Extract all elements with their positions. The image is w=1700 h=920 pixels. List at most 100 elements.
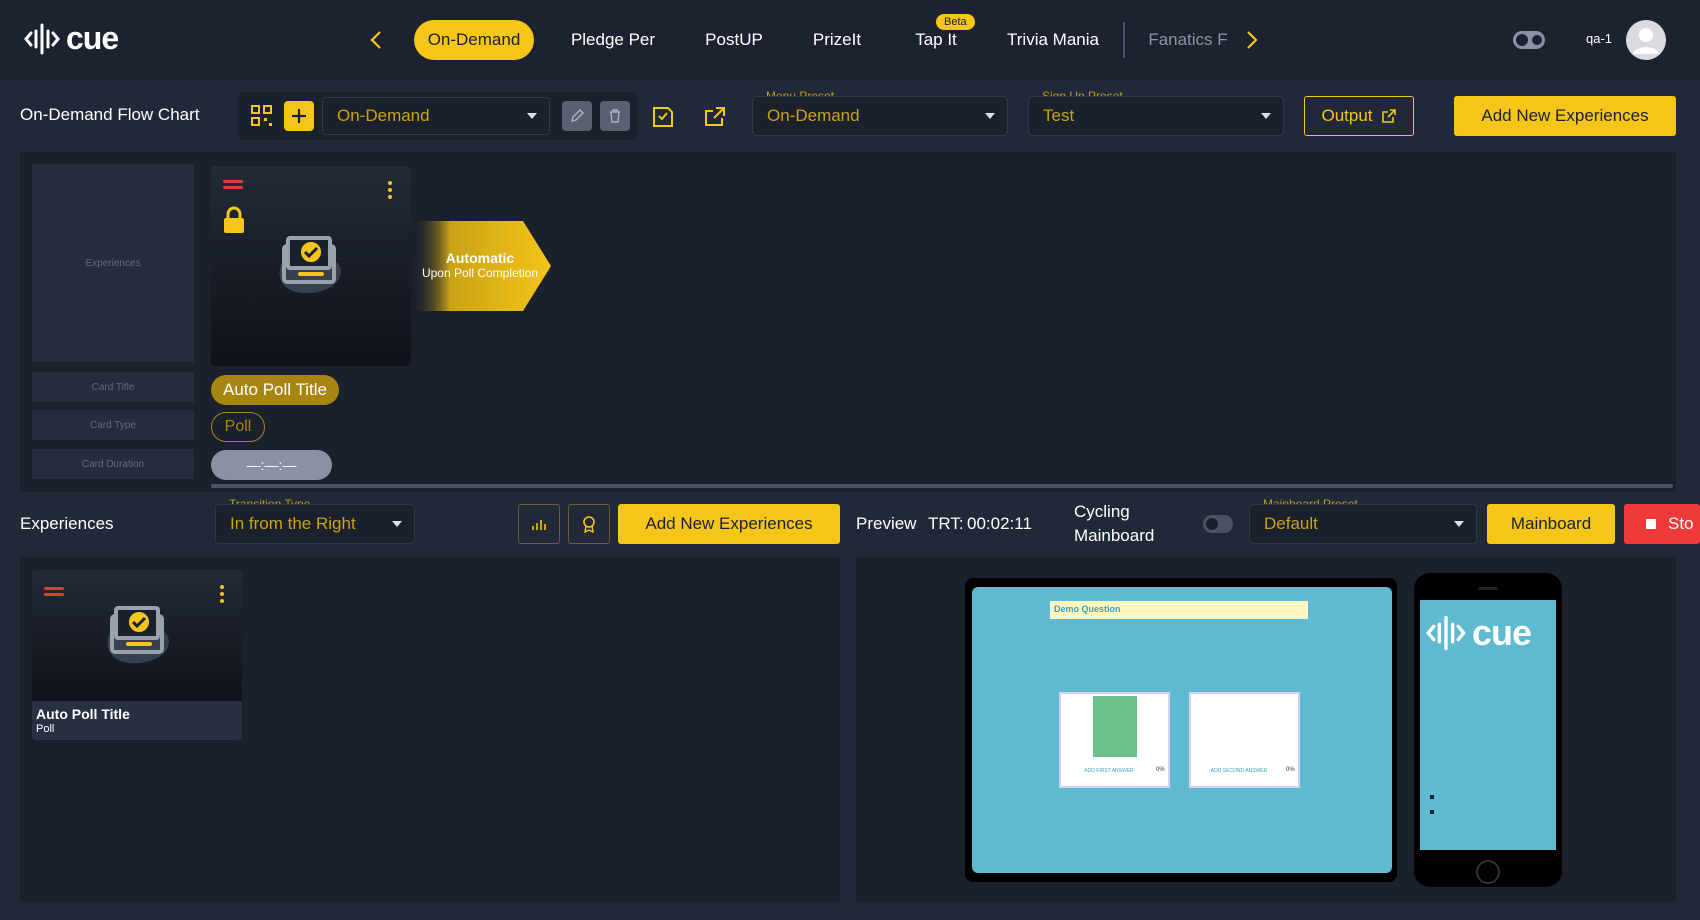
user-name: qa-1 bbox=[1586, 31, 1613, 46]
mainboard-label: Mainboard bbox=[1074, 526, 1155, 545]
theme-toggle[interactable] bbox=[1512, 30, 1546, 55]
transition-subtitle: Upon Poll Completion bbox=[421, 266, 539, 280]
tab-prizeit[interactable]: PrizeIt bbox=[800, 20, 874, 60]
save-flow-button[interactable] bbox=[648, 102, 678, 132]
beta-badge: Beta bbox=[936, 14, 975, 30]
add-new-experiences-button[interactable]: Add New Experiences bbox=[1454, 96, 1676, 136]
stop-label: Sto bbox=[1668, 514, 1694, 533]
poll-icon bbox=[266, 226, 352, 307]
lock-icon bbox=[222, 206, 246, 239]
nav-divider bbox=[1123, 22, 1125, 58]
waveform-icon bbox=[1426, 615, 1466, 651]
bar-chart-icon bbox=[532, 520, 546, 530]
transition-type-value: In from the Right bbox=[230, 514, 356, 533]
add-experiences-button[interactable]: Add New Experiences bbox=[618, 504, 840, 544]
share-flow-button[interactable] bbox=[700, 102, 730, 132]
avatar[interactable] bbox=[1626, 20, 1666, 60]
phone-dot-1 bbox=[1430, 795, 1434, 799]
signup-preset-select[interactable]: Test bbox=[1028, 96, 1284, 136]
page-title: On-Demand Flow Chart bbox=[20, 105, 200, 124]
phone-cue-logo: cue bbox=[1426, 612, 1532, 654]
tab-pledge-per[interactable]: Pledge Per bbox=[560, 20, 666, 60]
more-options-icon[interactable] bbox=[388, 181, 392, 202]
legend-card-title: Card Title bbox=[32, 372, 194, 402]
drag-handle-icon[interactable] bbox=[223, 180, 243, 192]
stop-icon bbox=[1646, 519, 1656, 529]
cycling-label: Cycling bbox=[1074, 502, 1130, 521]
chevron-left-icon bbox=[370, 31, 381, 49]
preview-label: Preview bbox=[856, 514, 917, 533]
cue-logo[interactable]: cue bbox=[24, 20, 119, 57]
answer-1-label: ADD FIRST ANSWER bbox=[1084, 768, 1134, 774]
demo-question-banner: Demo Question bbox=[1050, 601, 1308, 619]
external-link-icon bbox=[1381, 109, 1396, 123]
flow-select-value: On-Demand bbox=[337, 106, 430, 125]
stats-button[interactable] bbox=[518, 504, 560, 544]
mainboard-preset-value: Default bbox=[1264, 514, 1318, 533]
flow-scrollbar[interactable] bbox=[211, 484, 1673, 488]
answer-1-percent: 0% bbox=[1156, 767, 1165, 773]
save-icon bbox=[653, 107, 673, 127]
cycling-mainboard-toggle[interactable] bbox=[1203, 515, 1233, 533]
output-label: Output bbox=[1321, 106, 1373, 125]
caret-down-icon bbox=[1261, 113, 1271, 119]
qr-code-icon bbox=[251, 105, 272, 126]
plus-icon bbox=[292, 109, 306, 123]
answer-1-bar bbox=[1093, 696, 1137, 757]
phone-speaker bbox=[1478, 587, 1498, 590]
trash-icon bbox=[610, 109, 620, 123]
signup-preset-value: Test bbox=[1043, 106, 1075, 125]
answer-2-percent: 0% bbox=[1286, 767, 1295, 773]
chevron-right-icon bbox=[1247, 31, 1258, 49]
caret-down-icon bbox=[392, 521, 402, 527]
logo-text: cue bbox=[66, 20, 119, 56]
phone-dot-2 bbox=[1430, 810, 1434, 814]
transition-type-select[interactable]: In from the Right bbox=[215, 504, 415, 544]
caret-down-icon bbox=[985, 113, 995, 119]
phone-home-button bbox=[1476, 860, 1500, 884]
more-options-icon[interactable] bbox=[220, 585, 224, 606]
prize-button[interactable] bbox=[568, 504, 610, 544]
trt-value: 00:02:11 bbox=[967, 514, 1032, 533]
stop-button[interactable]: Sto bbox=[1624, 504, 1700, 544]
mainboard-button[interactable]: Mainboard bbox=[1487, 504, 1615, 544]
nav-prev-arrow[interactable] bbox=[368, 28, 384, 57]
tab-fanatics[interactable]: Fanatics F bbox=[1146, 20, 1230, 60]
menu-preset-select[interactable]: On-Demand bbox=[752, 96, 1008, 136]
tab-on-demand[interactable]: On-Demand bbox=[414, 20, 534, 60]
tablet-screen bbox=[972, 587, 1392, 873]
experience-card-type: Poll bbox=[36, 723, 55, 735]
pencil-icon bbox=[571, 109, 584, 122]
card-title-pill[interactable]: Auto Poll Title bbox=[211, 375, 339, 405]
legend-card-duration: Card Duration bbox=[32, 449, 194, 479]
theme-toggle-icon bbox=[1513, 31, 1545, 49]
waveform-icon bbox=[24, 23, 60, 54]
delete-flow-button[interactable] bbox=[600, 101, 630, 131]
tab-trivia-mania[interactable]: Trivia Mania bbox=[1000, 20, 1106, 60]
share-icon bbox=[705, 107, 725, 126]
add-flow-button[interactable] bbox=[284, 101, 314, 131]
award-icon bbox=[583, 516, 595, 533]
poll-icon bbox=[94, 596, 180, 677]
user-avatar-icon bbox=[1633, 28, 1659, 54]
drag-handle-icon[interactable] bbox=[44, 587, 64, 599]
card-type-pill: Poll bbox=[211, 412, 265, 442]
edit-flow-button[interactable] bbox=[562, 101, 592, 131]
flow-select[interactable]: On-Demand bbox=[322, 97, 550, 135]
tab-postup[interactable]: PostUP bbox=[694, 20, 774, 60]
qr-code-button[interactable] bbox=[248, 102, 276, 130]
transition-title: Automatic bbox=[445, 250, 515, 266]
caret-down-icon bbox=[1454, 521, 1464, 527]
trt-label: TRT: bbox=[928, 514, 964, 533]
mainboard-preset-select[interactable]: Default bbox=[1249, 504, 1477, 544]
caret-down-icon bbox=[527, 113, 537, 119]
experience-card-title: Auto Poll Title bbox=[36, 706, 130, 722]
legend-card-type: Card Type bbox=[32, 410, 194, 440]
experiences-title: Experiences bbox=[20, 514, 114, 533]
menu-preset-value: On-Demand bbox=[767, 106, 860, 125]
output-button[interactable]: Output bbox=[1304, 96, 1414, 136]
card-duration-pill: —:—:— bbox=[211, 450, 332, 480]
nav-next-arrow[interactable] bbox=[1244, 28, 1260, 57]
legend-experiences: Experiences bbox=[32, 164, 194, 362]
top-navigation: cue On-Demand Pledge Per PostUP PrizeIt … bbox=[0, 0, 1700, 80]
